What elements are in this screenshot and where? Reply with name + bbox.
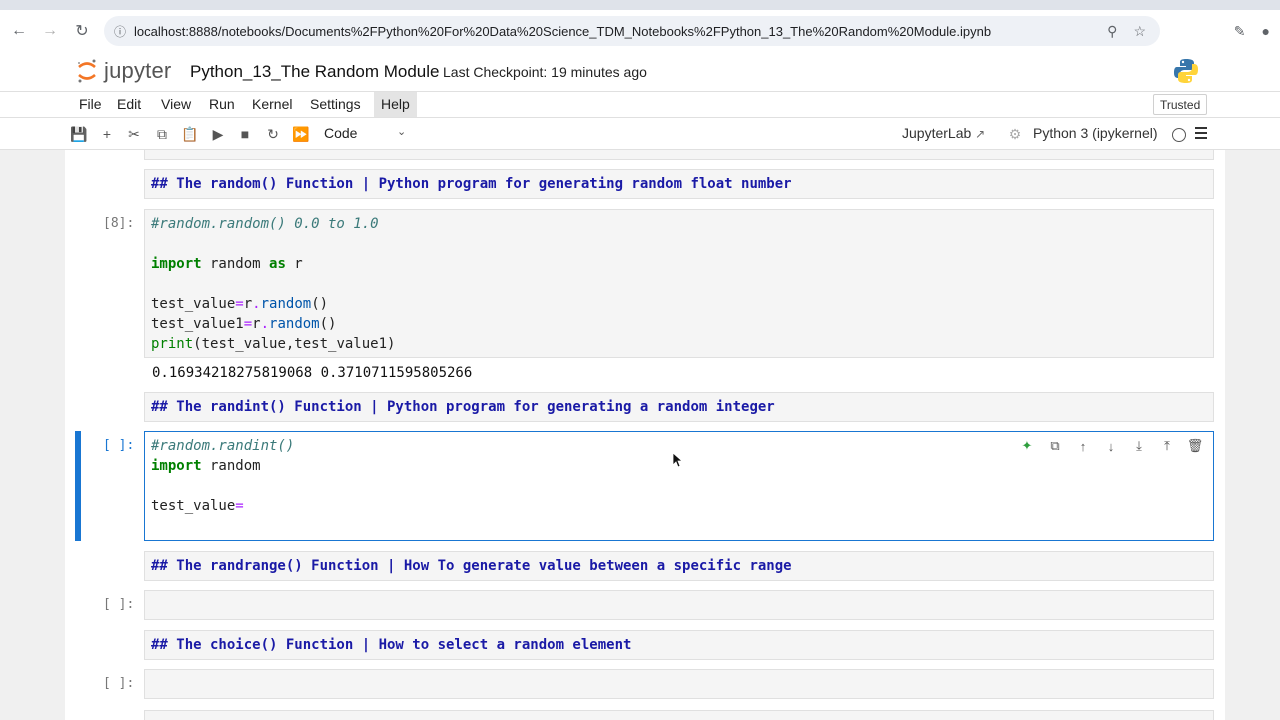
hamburger-menu-icon[interactable] [1195, 127, 1207, 139]
jupyter-logo-text: jupyter [104, 58, 172, 83]
menu-kernel[interactable]: Kernel [245, 92, 299, 117]
insert-cell-icon[interactable]: + [97, 124, 117, 144]
menu-settings[interactable]: Settings [303, 92, 368, 117]
move-down-icon[interactable]: ↓ [1103, 438, 1119, 454]
restart-icon[interactable]: ↻ [263, 124, 283, 144]
cut-icon[interactable]: ✂ [124, 124, 144, 144]
python-logo-icon [1174, 59, 1198, 83]
stop-icon[interactable]: ■ [235, 124, 255, 144]
url-text: localhost:8888/notebooks/Documents%2FPyt… [134, 23, 992, 39]
menu-bar: File Edit View Run Kernel Settings Help … [0, 92, 1280, 118]
cell-actions: ✦ ⧉ ↑ ↓ ⤓ ⤒ 🗑 [1019, 438, 1204, 454]
jupyter-logo[interactable]: jupyter [76, 58, 171, 84]
active-code-cell[interactable]: #random.randint() import random test_val… [144, 431, 1214, 541]
notebook-toolbar: 💾 + ✂ ⧉ 📋 ▶ ■ ↻ ⏩ Code ⌄ JupyterLab ↗ ⚙ … [0, 118, 1280, 150]
code-line: #random.random() 0.0 to 1.0 [151, 216, 379, 232]
markdown-heading: ## The choice() Function | How to select… [151, 637, 632, 653]
external-link-icon: ↗ [975, 127, 986, 141]
code-line: test_value1=r.random() [151, 316, 337, 332]
code-cell[interactable] [144, 590, 1214, 620]
cell-type-select[interactable]: Code [324, 125, 357, 141]
code-line: test_value= [151, 498, 244, 514]
code-line: import random [151, 458, 261, 474]
extensions-icon[interactable]: ✎ [1234, 23, 1246, 40]
code-line: test_value=r.random() [151, 296, 329, 312]
fast-forward-icon[interactable]: ⏩ [291, 124, 311, 144]
menu-view[interactable]: View [154, 92, 198, 117]
markdown-cell[interactable]: ## The randint() Function | Python progr… [144, 392, 1214, 422]
markdown-heading: ## The random() Function | Python progra… [151, 176, 792, 192]
checkpoint-status: Last Checkpoint: 19 minutes ago [443, 64, 647, 80]
active-cell-indicator [75, 431, 81, 541]
jupyter-header: jupyter Python_13_The Random Module Last… [0, 52, 1280, 92]
browser-tab-strip [0, 0, 1280, 10]
mouse-pointer-icon [672, 452, 684, 468]
save-icon[interactable]: 💾 [69, 124, 89, 144]
paste-icon[interactable]: 📋 [180, 124, 200, 144]
move-up-icon[interactable]: ↑ [1075, 438, 1091, 454]
code-line: #random.randint() [151, 438, 294, 454]
insert-below-icon[interactable]: ⤒ [1159, 438, 1175, 454]
run-icon[interactable]: ▶ [208, 124, 228, 144]
code-line: import random as r [151, 256, 303, 272]
menu-file[interactable]: File [72, 92, 109, 117]
zoom-icon[interactable]: ⚲ [1107, 23, 1117, 40]
cell-prompt: [ ]: [103, 438, 135, 453]
jupyter-logo-icon [78, 59, 96, 83]
cell-output: 0.16934218275819068 0.3710711595805266 [152, 365, 473, 381]
markdown-cell[interactable]: ## The choice() Function | How to select… [144, 630, 1214, 660]
reload-icon[interactable]: ↻ [66, 15, 98, 47]
menu-run[interactable]: Run [202, 92, 242, 117]
bookmark-icon[interactable]: ☆ [1133, 23, 1146, 40]
menu-help[interactable]: Help [374, 92, 417, 117]
code-comment: #random.random() 0.0 to 1.0 [151, 216, 379, 232]
address-bar[interactable]: ⓘ localhost:8888/notebooks/Documents%2FP… [104, 16, 1160, 46]
kernel-name[interactable]: Python 3 (ipykernel) [1033, 125, 1158, 141]
notebook-panel: ## The random() Function | Python progra… [65, 150, 1225, 720]
gear-icon: ⚙ [1008, 125, 1022, 142]
copy-icon[interactable]: ⧉ [152, 124, 172, 144]
browser-toolbar: ← → ↻ ⓘ localhost:8888/notebooks/Documen… [0, 10, 1280, 52]
next-cell[interactable] [144, 710, 1214, 720]
notebook-title[interactable]: Python_13_The Random Module [190, 62, 440, 82]
profile-icon[interactable]: ● [1262, 23, 1270, 39]
code-cell[interactable]: #random.random() 0.0 to 1.0 import rando… [144, 209, 1214, 358]
markdown-cell[interactable]: ## The randrange() Function | How To gen… [144, 551, 1214, 581]
cell-prompt: [ ]: [103, 597, 135, 612]
code-comment: #random.randint() [151, 438, 295, 454]
jupyterlab-link-label: JupyterLab [902, 125, 972, 141]
back-icon[interactable]: ← [3, 15, 35, 47]
trusted-badge[interactable]: Trusted [1153, 94, 1208, 115]
cell-prompt: [ ]: [103, 676, 135, 691]
jupyterlab-link[interactable]: JupyterLab ↗ [902, 125, 985, 141]
duplicate-cell-icon[interactable]: ⧉ [1047, 438, 1063, 454]
insert-above-icon[interactable]: ⤓ [1131, 438, 1147, 454]
forward-icon[interactable]: → [34, 15, 66, 47]
markdown-heading: ## The randint() Function | Python progr… [151, 399, 775, 415]
delete-cell-icon[interactable]: 🗑 [1187, 438, 1204, 454]
markdown-heading: ## The randrange() Function | How To gen… [151, 558, 792, 574]
site-info-icon[interactable]: ⓘ [114, 23, 126, 40]
cell-prompt: [8]: [103, 216, 135, 231]
sparkle-icon[interactable]: ✦ [1019, 438, 1035, 454]
code-line: print(test_value,test_value1) [151, 336, 396, 352]
markdown-cell[interactable]: ## The random() Function | Python progra… [144, 169, 1214, 199]
code-cell[interactable] [144, 669, 1214, 699]
previous-code-cell[interactable] [144, 150, 1214, 160]
chevron-down-icon[interactable]: ⌄ [397, 125, 406, 138]
menu-edit[interactable]: Edit [110, 92, 148, 117]
kernel-status-icon [1172, 128, 1186, 142]
